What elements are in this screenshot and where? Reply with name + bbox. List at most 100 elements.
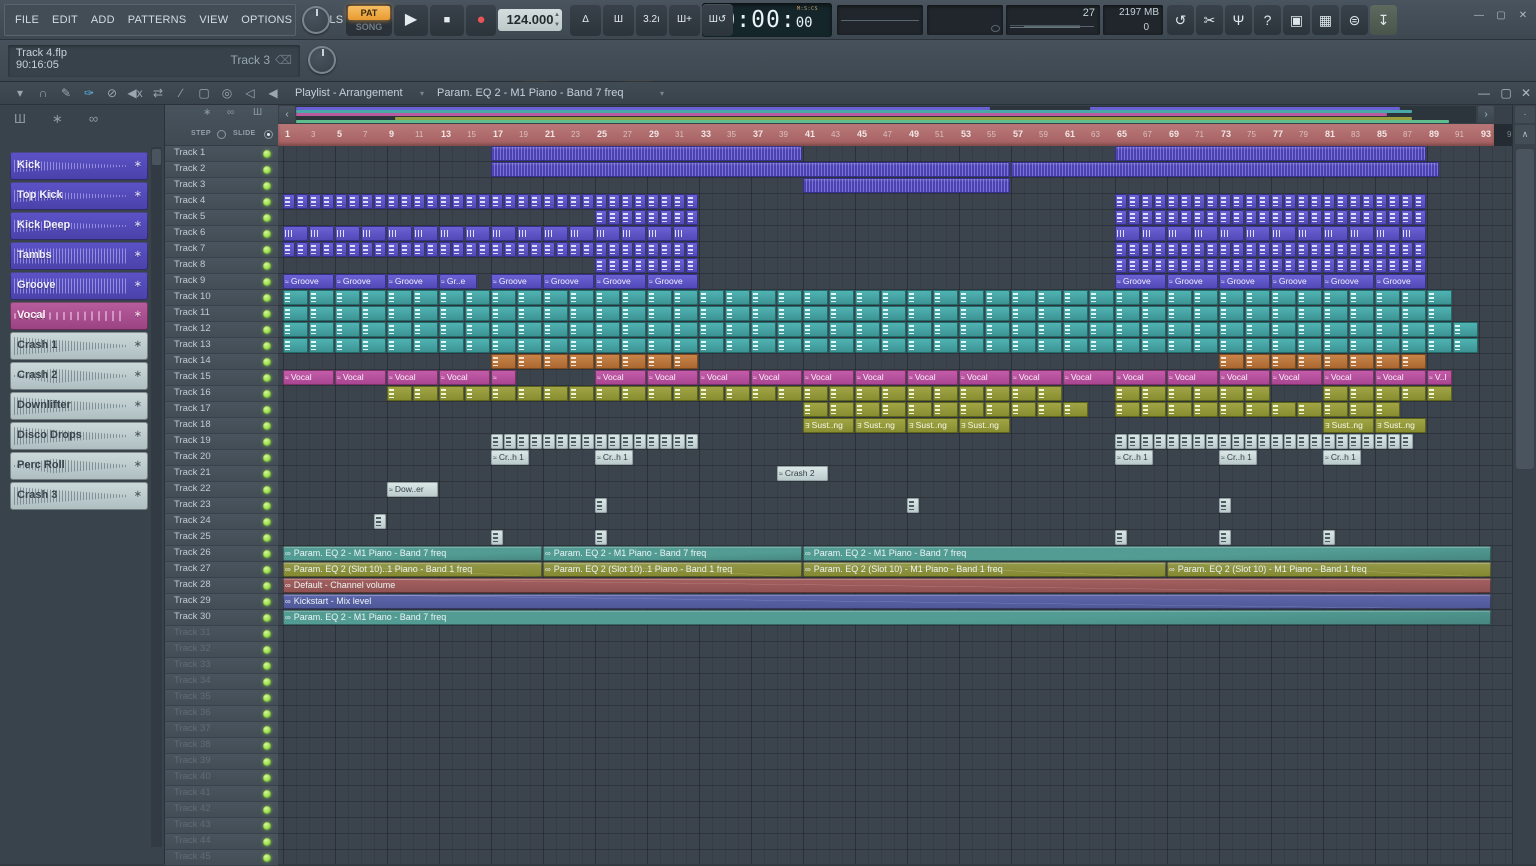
clip[interactable] bbox=[634, 194, 646, 209]
clip[interactable] bbox=[933, 402, 958, 417]
stop-button[interactable]: ■ bbox=[430, 4, 464, 36]
clip[interactable] bbox=[1375, 322, 1400, 337]
clip[interactable] bbox=[1141, 386, 1166, 401]
clip[interactable] bbox=[569, 338, 594, 353]
track-row[interactable]: Track 15 bbox=[165, 370, 278, 386]
clip[interactable] bbox=[517, 434, 529, 449]
scrollbar-corner-button[interactable]: · bbox=[1515, 106, 1535, 123]
step-toggle[interactable] bbox=[217, 130, 226, 139]
clip[interactable] bbox=[686, 242, 698, 257]
clip[interactable] bbox=[621, 290, 646, 305]
minimap-strip[interactable] bbox=[296, 106, 1476, 123]
clip[interactable] bbox=[907, 386, 932, 401]
track-row[interactable]: Track 21 bbox=[165, 466, 278, 482]
slip-tool-icon[interactable]: ⇄ bbox=[148, 82, 168, 105]
clip[interactable] bbox=[517, 242, 529, 257]
clip[interactable] bbox=[1284, 434, 1296, 449]
clip[interactable] bbox=[1349, 402, 1374, 417]
automation-clip[interactable]: ∞Param. EQ 2 - M1 Piano - Band 7 freq bbox=[283, 546, 542, 561]
menu-view[interactable]: VIEW bbox=[199, 14, 228, 26]
clip[interactable] bbox=[400, 194, 412, 209]
clip[interactable] bbox=[595, 242, 607, 257]
clip[interactable] bbox=[465, 386, 490, 401]
clip[interactable] bbox=[1258, 210, 1270, 225]
clip[interactable] bbox=[1401, 338, 1426, 353]
clip[interactable] bbox=[777, 322, 802, 337]
clip[interactable] bbox=[673, 242, 685, 257]
clip[interactable] bbox=[1193, 386, 1218, 401]
clip[interactable]: ≈Groove bbox=[1271, 274, 1322, 289]
clip[interactable] bbox=[543, 434, 555, 449]
clip[interactable]: ≈Vocal bbox=[907, 370, 958, 385]
clip[interactable] bbox=[1037, 322, 1062, 337]
clip[interactable] bbox=[725, 306, 750, 321]
clip[interactable] bbox=[1206, 194, 1218, 209]
clip[interactable] bbox=[1232, 434, 1244, 449]
clip[interactable] bbox=[1193, 194, 1205, 209]
clip[interactable] bbox=[1310, 194, 1322, 209]
clip[interactable] bbox=[1349, 386, 1374, 401]
track-row[interactable]: Track 8 bbox=[165, 258, 278, 274]
clip[interactable] bbox=[829, 322, 854, 337]
track-enable-led[interactable] bbox=[263, 438, 271, 446]
record-button[interactable]: ● bbox=[466, 4, 496, 36]
clip[interactable] bbox=[1206, 210, 1218, 225]
clip[interactable] bbox=[309, 226, 334, 241]
clip[interactable] bbox=[478, 242, 490, 257]
clip[interactable]: ≈Vocal bbox=[647, 370, 698, 385]
clip[interactable] bbox=[1219, 290, 1244, 305]
clip[interactable] bbox=[699, 322, 724, 337]
clip[interactable] bbox=[881, 338, 906, 353]
clip[interactable] bbox=[1219, 226, 1244, 241]
clip[interactable] bbox=[1193, 226, 1218, 241]
clip[interactable] bbox=[829, 290, 854, 305]
clip[interactable] bbox=[1323, 402, 1348, 417]
clip[interactable] bbox=[569, 306, 594, 321]
clip[interactable] bbox=[1323, 530, 1335, 545]
track-row[interactable]: Track 42 bbox=[165, 802, 278, 818]
clip[interactable] bbox=[621, 210, 633, 225]
clip[interactable]: ≈Groove bbox=[1115, 274, 1166, 289]
clip[interactable] bbox=[1011, 306, 1036, 321]
clip[interactable] bbox=[1245, 290, 1270, 305]
clip[interactable] bbox=[608, 258, 620, 273]
clip[interactable] bbox=[309, 338, 334, 353]
clip[interactable] bbox=[595, 338, 620, 353]
playlist-menu-arrow[interactable]: ▾ bbox=[10, 82, 30, 105]
clip[interactable] bbox=[634, 258, 646, 273]
picker-item-vocal[interactable]: Vocal∗ bbox=[10, 302, 148, 330]
track-row[interactable]: Track 4 bbox=[165, 194, 278, 210]
clip[interactable] bbox=[1063, 322, 1088, 337]
clip[interactable] bbox=[673, 194, 685, 209]
picker-item-kick[interactable]: Kick∗ bbox=[10, 152, 148, 180]
clip[interactable] bbox=[595, 210, 607, 225]
clip[interactable] bbox=[387, 194, 399, 209]
clip[interactable] bbox=[725, 322, 750, 337]
clip[interactable] bbox=[504, 434, 516, 449]
track-row[interactable]: Track 34 bbox=[165, 674, 278, 690]
track-enable-led[interactable] bbox=[263, 726, 271, 734]
clip[interactable] bbox=[413, 322, 438, 337]
clip[interactable] bbox=[1154, 434, 1166, 449]
clip[interactable] bbox=[1141, 226, 1166, 241]
clip[interactable] bbox=[751, 306, 776, 321]
clip[interactable] bbox=[1297, 226, 1322, 241]
clip[interactable] bbox=[491, 386, 516, 401]
track-enable-led[interactable] bbox=[263, 454, 271, 462]
clip[interactable] bbox=[608, 210, 620, 225]
clip[interactable] bbox=[1297, 354, 1322, 369]
clip[interactable] bbox=[1167, 434, 1179, 449]
clip[interactable] bbox=[569, 386, 594, 401]
clip[interactable] bbox=[1336, 242, 1348, 257]
clip[interactable] bbox=[1141, 194, 1153, 209]
clip[interactable] bbox=[504, 194, 516, 209]
clip[interactable] bbox=[1388, 258, 1400, 273]
clip[interactable]: ≈Dow..er bbox=[387, 482, 438, 497]
clip[interactable] bbox=[1375, 306, 1400, 321]
clip[interactable] bbox=[1375, 338, 1400, 353]
clip[interactable] bbox=[1388, 242, 1400, 257]
clip[interactable]: ≈Vocal bbox=[803, 370, 854, 385]
clip[interactable] bbox=[1401, 258, 1413, 273]
clip[interactable] bbox=[1167, 386, 1192, 401]
clip[interactable] bbox=[1219, 306, 1244, 321]
